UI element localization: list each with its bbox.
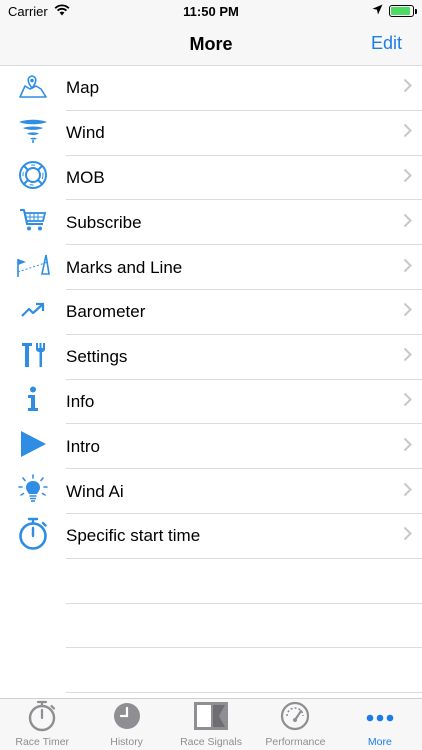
marks-line-icon: [15, 252, 51, 283]
menu-item-label: Marks and Line: [66, 257, 183, 277]
menu-item-label: Info: [66, 391, 95, 411]
menu-item-label: Barometer: [66, 302, 146, 322]
empty-row: [0, 559, 422, 604]
chevron-right-icon: [403, 482, 412, 502]
empty-row: [0, 604, 422, 649]
menu-item-label: Map: [66, 78, 100, 98]
clock-icon: [113, 702, 141, 735]
tab-race-signals[interactable]: Race Signals: [169, 699, 253, 750]
cart-icon: [19, 207, 47, 238]
wind-icon: [18, 118, 48, 149]
map-icon: [18, 73, 48, 104]
menu-item-info[interactable]: Info: [0, 380, 422, 425]
tab-label: Performance: [265, 736, 326, 748]
lightbulb-icon: [18, 474, 48, 509]
tab-race-timer[interactable]: Race Timer: [0, 699, 84, 750]
menu-item-subscribe[interactable]: Subscribe: [0, 200, 422, 245]
tab-label: More: [367, 736, 392, 748]
menu-item-label: Wind: [66, 123, 105, 143]
chevron-right-icon: [403, 123, 412, 143]
chevron-right-icon: [403, 526, 412, 546]
more-menu-list: Map Wind MOB Subscribe Marks and Line Ba…: [0, 66, 422, 693]
chevron-right-icon: [403, 213, 412, 233]
menu-item-label: Specific start time: [66, 526, 201, 546]
location-arrow-icon: [372, 3, 383, 18]
lifebuoy-icon: [18, 160, 48, 195]
chevron-right-icon: [403, 258, 412, 278]
menu-item-label: Settings: [66, 347, 128, 367]
battery-icon: [389, 4, 417, 17]
chevron-right-icon: [403, 302, 412, 322]
menu-item-marks-and-line[interactable]: Marks and Line: [0, 245, 422, 290]
menu-item-mob[interactable]: MOB: [0, 156, 422, 201]
navigation-bar: More Edit: [0, 22, 422, 66]
menu-item-barometer[interactable]: Barometer: [0, 290, 422, 335]
menu-item-specific-start-time[interactable]: Specific start time: [0, 514, 422, 559]
tab-label: Race Timer: [15, 736, 70, 748]
stopwatch-icon: [26, 700, 58, 737]
chevron-right-icon: [403, 347, 412, 367]
menu-item-wind[interactable]: Wind: [0, 111, 422, 156]
page-title: More: [189, 34, 233, 54]
chevron-right-icon: [403, 168, 412, 188]
trend-up-icon: [21, 302, 45, 323]
chevron-right-icon: [403, 437, 412, 457]
info-icon: [26, 386, 40, 417]
menu-item-label: Wind Ai: [66, 481, 124, 501]
tab-performance[interactable]: Performance: [253, 699, 337, 750]
edit-button[interactable]: Edit: [371, 33, 402, 54]
empty-row: [0, 648, 422, 693]
tools-icon: [20, 341, 46, 374]
chevron-right-icon: [403, 78, 412, 98]
menu-item-wind-ai[interactable]: Wind Ai: [0, 469, 422, 514]
tab-bar: Race Timer History Race Signals Performa…: [0, 698, 422, 750]
menu-item-label: MOB: [66, 167, 105, 187]
tab-label: Race Signals: [180, 736, 242, 748]
flag-icon: [193, 701, 229, 736]
menu-item-label: Intro: [66, 436, 101, 456]
chevron-right-icon: [403, 392, 412, 412]
menu-item-map[interactable]: Map: [0, 66, 422, 111]
menu-item-settings[interactable]: Settings: [0, 335, 422, 380]
tab-label: History: [110, 736, 143, 748]
play-icon: [19, 430, 47, 463]
gauge-icon: [280, 701, 310, 736]
more-dots-icon: [366, 709, 394, 727]
tab-more[interactable]: More: [338, 699, 422, 750]
status-time: 11:50 PM: [183, 4, 239, 19]
menu-item-label: Subscribe: [66, 212, 142, 232]
tab-history[interactable]: History: [84, 699, 168, 750]
stopwatch-icon: [17, 517, 49, 556]
menu-item-intro[interactable]: Intro: [0, 424, 422, 469]
status-bar: Carrier 11:50 PM: [0, 0, 422, 22]
